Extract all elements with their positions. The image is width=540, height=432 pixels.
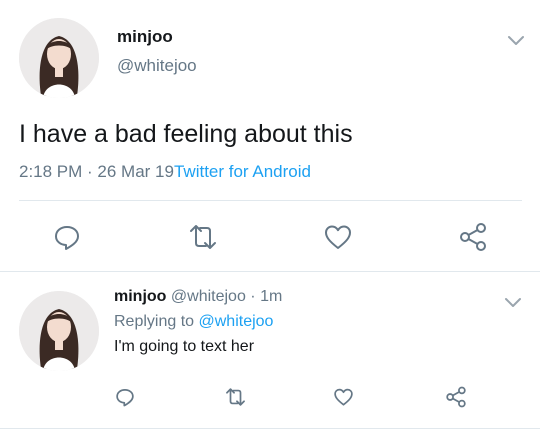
reply-button[interactable]	[112, 384, 138, 410]
reply-tweet-text: I'm going to text her	[114, 338, 255, 355]
like-button[interactable]	[321, 220, 355, 254]
main-tweet-avatar[interactable]	[19, 18, 99, 98]
reply-tweet-avatar[interactable]	[19, 291, 99, 371]
replying-prefix: Replying to	[114, 313, 195, 330]
replying-to-line: Replying to @whitejoo	[114, 313, 273, 331]
like-button[interactable]	[330, 384, 356, 410]
reply-icon	[116, 389, 134, 407]
divider-top	[19, 200, 522, 201]
tweet-time: 2:18 PM	[19, 162, 83, 181]
divider-full	[0, 271, 540, 272]
tweet-source-link[interactable]: Twitter for Android	[174, 162, 311, 181]
reply-age: · 1m	[250, 288, 283, 305]
meta-separator: ·	[82, 162, 98, 181]
share-button[interactable]	[456, 220, 490, 254]
avatar-image	[19, 18, 99, 98]
retweet-icon	[225, 388, 245, 406]
like-icon	[333, 388, 353, 406]
reply-handle[interactable]: @whitejoo	[171, 288, 246, 305]
reply-tweet-header: minjoo @whitejoo · 1m	[114, 288, 282, 306]
like-icon	[325, 225, 351, 249]
main-tweet-meta: 2:18 PM · 26 Mar 19Twitter for Android	[19, 162, 311, 182]
tweet-date: 26 Mar 19	[97, 162, 174, 181]
main-tweet-text: I have a bad feeling about this	[19, 120, 353, 148]
retweet-icon	[190, 225, 216, 249]
avatar-image	[19, 291, 99, 371]
chevron-down-icon[interactable]	[506, 34, 526, 48]
replying-to-link[interactable]: @whitejoo	[199, 313, 274, 330]
reply-display-name[interactable]: minjoo	[114, 288, 166, 305]
divider-bottom	[0, 428, 540, 429]
main-tweet-display-name[interactable]: minjoo	[117, 27, 173, 47]
share-icon	[446, 386, 466, 408]
reply-button[interactable]	[50, 220, 84, 254]
retweet-button[interactable]	[222, 384, 248, 410]
chevron-down-icon[interactable]	[503, 296, 523, 310]
main-tweet-handle[interactable]: @whitejoo	[117, 56, 197, 76]
share-button[interactable]	[443, 384, 469, 410]
retweet-button[interactable]	[186, 220, 220, 254]
reply-icon	[55, 226, 79, 250]
share-icon	[460, 223, 486, 251]
